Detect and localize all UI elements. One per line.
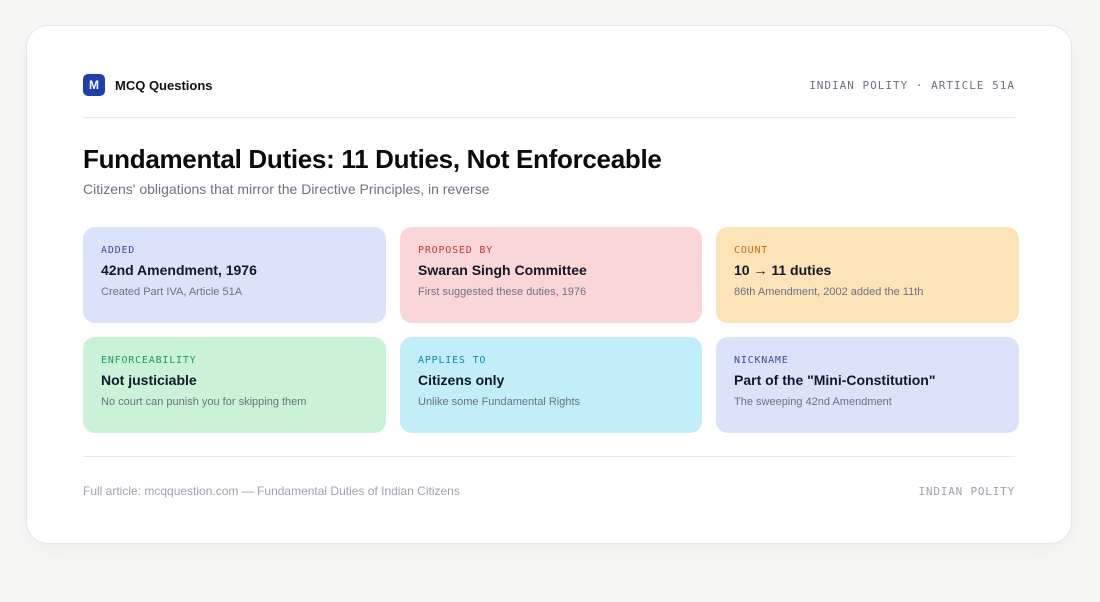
- info-card: M MCQ Questions INDIAN POLITY · ARTICLE …: [26, 25, 1072, 544]
- tile-note: First suggested these duties, 1976: [418, 286, 587, 298]
- tile-note: Created Part IVA, Article 51A: [101, 286, 243, 298]
- card-footer: Full article: mcqquestion.com — Fundamen…: [83, 484, 1015, 498]
- tile-label: ADDED: [101, 245, 136, 256]
- tile-label: NICKNAME: [734, 355, 789, 366]
- page-subtitle: Citizens' obligations that mirror the Di…: [83, 181, 490, 197]
- footer-tag: INDIAN POLITY: [918, 484, 1015, 498]
- footer-divider: [83, 456, 1015, 457]
- tile-label: PROPOSED BY: [418, 245, 494, 256]
- source-link[interactable]: Full article: mcqquestion.com — Fundamen…: [83, 484, 460, 498]
- tile-label: APPLIES TO: [418, 355, 487, 366]
- tile-value: 42nd Amendment, 1976: [101, 262, 257, 278]
- fact-tile-enforceability: ENFORCEABILITY Not justiciable No court …: [83, 337, 386, 433]
- tile-note: 86th Amendment, 2002 added the 11th: [734, 286, 924, 298]
- brand[interactable]: M MCQ Questions: [83, 74, 213, 96]
- fact-tile-nickname: NICKNAME Part of the "Mini-Constitution"…: [716, 337, 1019, 433]
- tile-label: ENFORCEABILITY: [101, 355, 197, 366]
- fact-tile-count: COUNT 10 → 11 duties 86th Amendment, 200…: [716, 227, 1019, 323]
- fact-tile-added: ADDED 42nd Amendment, 1976 Created Part …: [83, 227, 386, 323]
- card-header: M MCQ Questions INDIAN POLITY · ARTICLE …: [83, 74, 1015, 96]
- page-title: Fundamental Duties: 11 Duties, Not Enfor…: [83, 144, 662, 174]
- tile-note: The sweeping 42nd Amendment: [734, 396, 892, 408]
- card-content: M MCQ Questions INDIAN POLITY · ARTICLE …: [83, 26, 1019, 543]
- tile-value: Swaran Singh Committee: [418, 262, 587, 278]
- fact-tile-proposed-by: PROPOSED BY Swaran Singh Committee First…: [400, 227, 702, 323]
- tile-note: Unlike some Fundamental Rights: [418, 396, 581, 408]
- tile-value: Part of the "Mini-Constitution": [734, 372, 936, 388]
- brand-logo: M: [83, 74, 105, 96]
- fact-grid: ADDED 42nd Amendment, 1976 Created Part …: [83, 227, 1019, 433]
- header-divider: [83, 117, 1015, 118]
- tile-value: Not justiciable: [101, 372, 197, 388]
- tile-value: Citizens only: [418, 372, 505, 388]
- fact-tile-applies-to: APPLIES TO Citizens only Unlike some Fun…: [400, 337, 702, 433]
- tile-value: 10 → 11 duties: [734, 262, 832, 278]
- tile-note: No court can punish you for skipping the…: [101, 396, 307, 408]
- topic-tag: INDIAN POLITY · ARTICLE 51A: [809, 78, 1015, 92]
- tile-label: COUNT: [734, 245, 769, 256]
- brand-name: MCQ Questions: [115, 77, 213, 93]
